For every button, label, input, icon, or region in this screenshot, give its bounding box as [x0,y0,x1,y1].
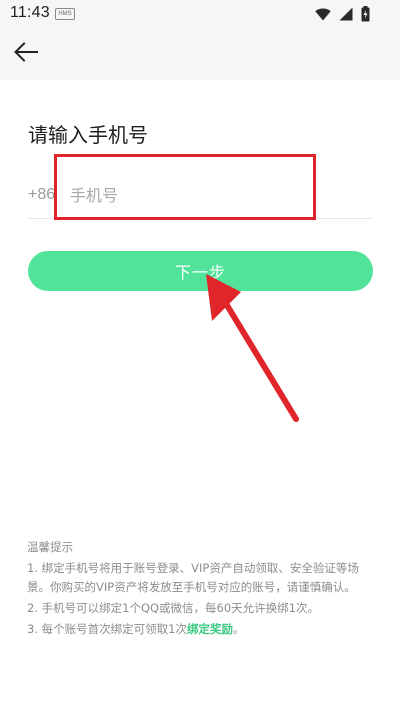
app-bar [0,26,400,80]
country-code[interactable]: +86 [28,186,55,204]
page-title: 请输入手机号 [28,123,148,147]
phone-input-row: +86 [28,174,373,219]
status-bar: 11:43 HMS [0,0,400,26]
battery-charging-icon [361,6,370,22]
next-step-button[interactable]: 下一步 [28,251,373,291]
tip-item-3-suffix: 。 [232,622,245,636]
tips-section: 温馨提示 1. 绑定手机号将用于账号登录、VIP资产自动领取、安全验证等场景。你… [27,538,377,639]
status-icons [315,5,370,23]
tip-item-3-prefix: 3. 每个账号首次绑定可领取1次 [27,622,187,636]
tip-item-1: 1. 绑定手机号将用于账号登录、VIP资产自动领取、安全验证等场景。你购买的VI… [27,561,359,594]
signal-icon [339,7,353,21]
phone-input[interactable] [70,180,350,210]
back-button[interactable] [8,34,44,70]
tip-item-3: 3. 每个账号首次绑定可领取1次绑定奖励。 [27,620,377,639]
arrow-left-icon [14,42,38,62]
wifi-icon [315,8,331,20]
hms-badge: HMS [55,8,75,20]
status-time: 11:43 [10,4,50,21]
bind-reward-link[interactable]: 绑定奖励 [187,622,233,636]
tips-header: 温馨提示 [27,540,73,554]
tip-item-2: 2. 手机号可以绑定1个QQ或微信，每60天允许换绑1次。 [27,601,319,615]
